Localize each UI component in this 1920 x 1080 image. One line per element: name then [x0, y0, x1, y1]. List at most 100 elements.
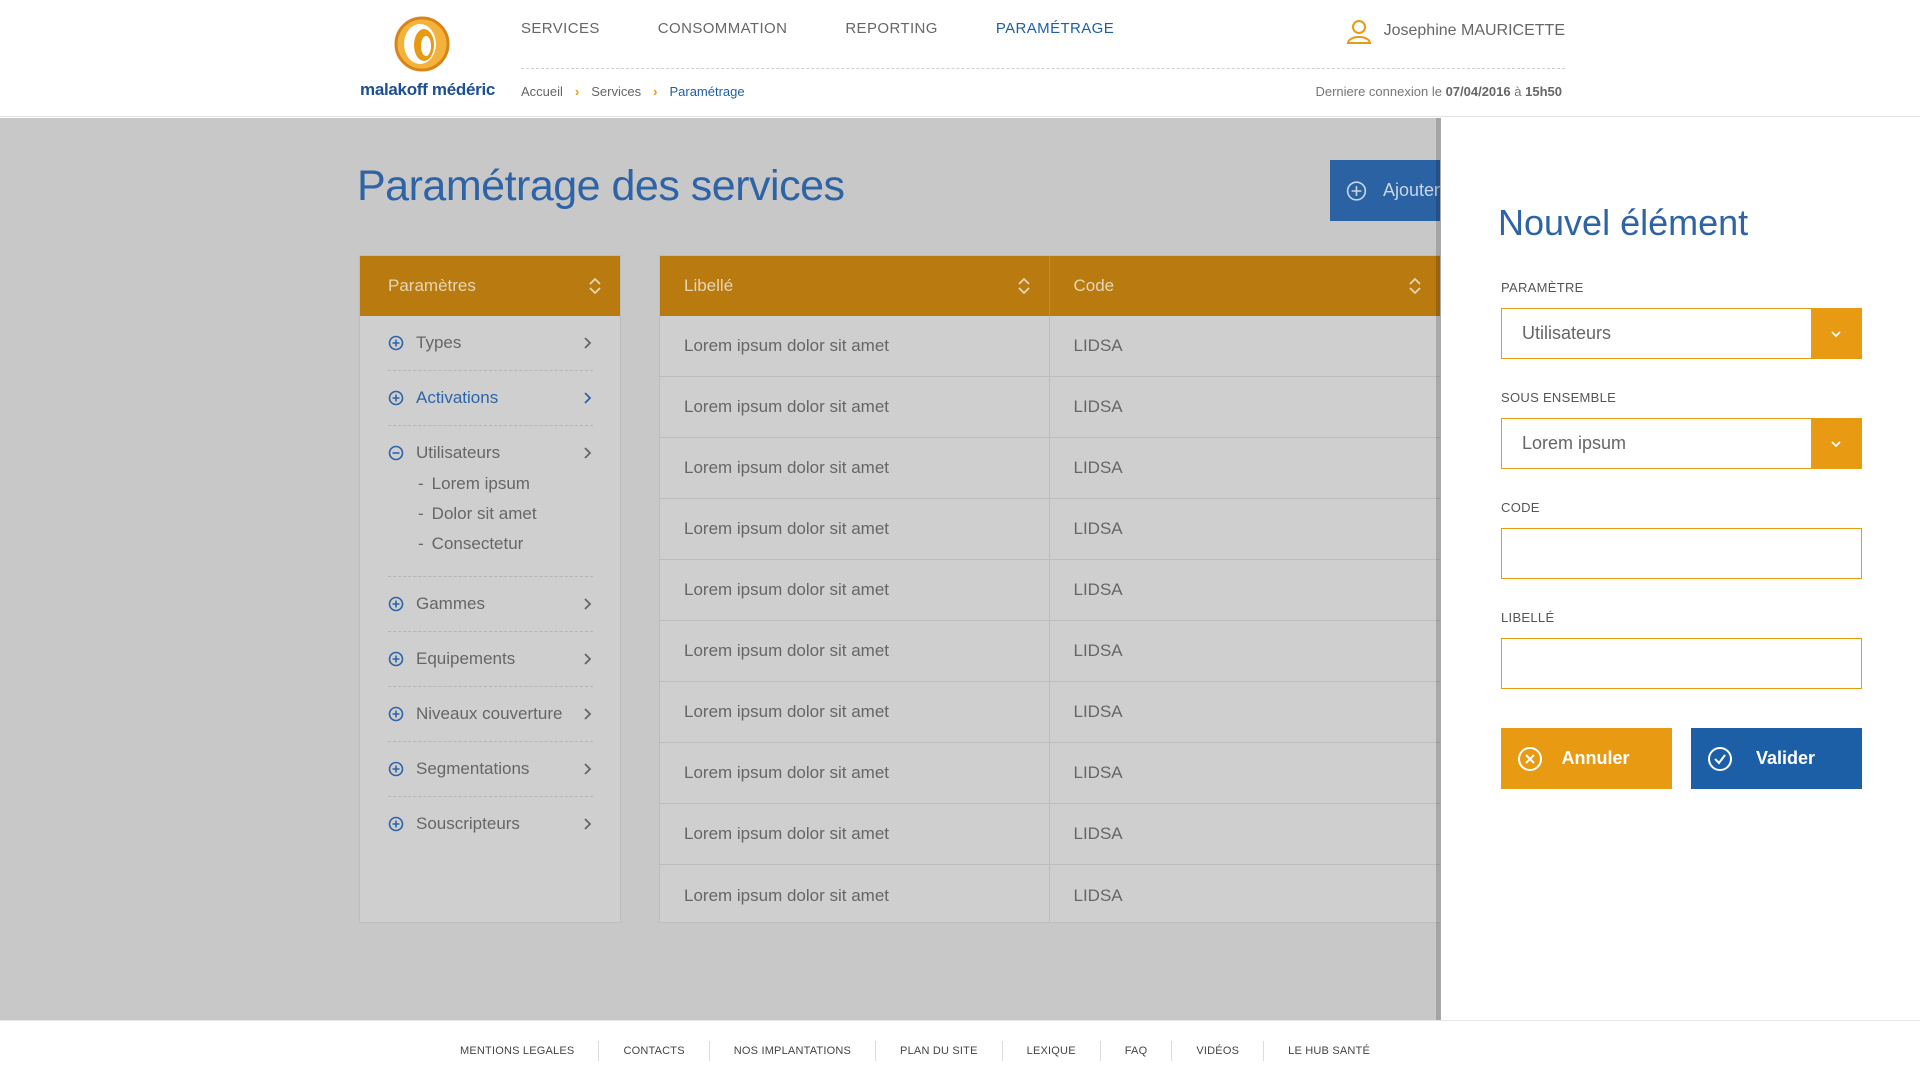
column-header-label: Libellé [684, 276, 734, 295]
param-item: Types [388, 316, 593, 371]
param-label: Segmentations [416, 759, 530, 778]
nav-item-parametrage[interactable]: PARAMÉTRAGE [996, 20, 1114, 37]
nav-item-reporting[interactable]: REPORTING [845, 20, 938, 37]
param-item: Segmentations [388, 742, 593, 797]
parametre-select-value: Utilisateurs [1522, 323, 1612, 343]
libelle-input[interactable] [1501, 638, 1862, 689]
cell-code: LIDSA [1073, 641, 1123, 660]
param-row-gammes[interactable]: Gammes [388, 594, 593, 614]
param-row-souscripteurs[interactable]: Souscripteurs [388, 814, 593, 834]
code-input[interactable] [1501, 528, 1862, 579]
sort-icon [1017, 277, 1030, 295]
footer-link-mentions-legales[interactable]: MENTIONS LEGALES [436, 1040, 600, 1061]
param-row-utilisateurs[interactable]: Utilisateurs [388, 443, 593, 463]
breadcrumb-item-services[interactable]: Services [591, 84, 641, 99]
cell-code: LIDSA [1073, 702, 1123, 721]
sub-item-label: Lorem ipsum [431, 474, 530, 493]
param-row-equipements[interactable]: Equipements [388, 649, 593, 669]
last-login: Derniere connexion le 07/04/2016 à 15h50 [1315, 84, 1562, 99]
sub-item[interactable]: - Lorem ipsum [388, 469, 593, 499]
table-row[interactable]: Lorem ipsum dolor sit amet LIDSA [660, 865, 1440, 922]
footer-link-lexique[interactable]: LEXIQUE [1003, 1040, 1101, 1061]
brand-logo[interactable]: malakoff médéric [358, 14, 495, 104]
table-row[interactable]: Lorem ipsum dolor sit amet LIDSA [660, 682, 1440, 743]
cell-libelle: Lorem ipsum dolor sit amet [660, 621, 1050, 681]
plus-circle-icon [388, 761, 404, 777]
plus-circle-icon [1346, 180, 1367, 201]
user-menu[interactable]: Josephine MAURICETTE [1346, 18, 1565, 44]
add-button[interactable]: Ajouter [1330, 160, 1440, 221]
footer-link-hub-sante[interactable]: LE HUB SANTÉ [1264, 1041, 1394, 1061]
table-row[interactable]: Lorem ipsum dolor sit amet LIDSA [660, 499, 1440, 560]
sous-ensemble-label: SOUS ENSEMBLE [1501, 390, 1617, 405]
main-content: Paramétrage des services Ajouter Paramèt… [0, 118, 1440, 1020]
param-label: Activations [416, 388, 499, 407]
chevron-right-icon: › [574, 84, 580, 99]
params-header[interactable]: Paramètres [360, 256, 620, 316]
breadcrumb-item-current: Paramétrage [669, 84, 745, 99]
nav-item-consommation[interactable]: CONSOMMATION [658, 20, 788, 37]
footer-link-nos-implantations[interactable]: NOS IMPLANTATIONS [710, 1040, 877, 1061]
param-label: Gammes [416, 594, 485, 613]
page-title: Paramétrage des services [357, 162, 845, 210]
table-row[interactable]: Lorem ipsum dolor sit amet LIDSA [660, 560, 1440, 621]
check-circle-icon [1708, 746, 1732, 771]
cell-code: LIDSA [1073, 336, 1123, 355]
table-row[interactable]: Lorem ipsum dolor sit amet LIDSA [660, 804, 1440, 865]
chevron-right-icon [584, 818, 592, 830]
nav-item-services[interactable]: SERVICES [521, 20, 600, 37]
sub-item[interactable]: - Consectetur [388, 529, 593, 559]
cancel-button-label: Annuler [1561, 748, 1630, 768]
sub-item[interactable]: - Dolor sit amet [388, 499, 593, 529]
cell-code: LIDSA [1073, 519, 1123, 538]
chevron-right-icon [584, 708, 592, 720]
nav-divider [521, 68, 1565, 69]
validate-button[interactable]: Valider [1691, 728, 1862, 789]
footer-link-plan-du-site[interactable]: PLAN DU SITE [876, 1040, 1003, 1061]
cell-code: LIDSA [1073, 824, 1123, 843]
param-item: Utilisateurs - Lorem ipsum - Dolor sit ame… [388, 426, 593, 577]
table-row[interactable]: Lorem ipsum dolor sit amet LIDSA [660, 621, 1440, 682]
cancel-button[interactable]: Annuler [1501, 728, 1672, 789]
parametre-label: PARAMÈTRE [1501, 280, 1584, 295]
last-login-at: à [1514, 84, 1522, 99]
column-header-libelle[interactable]: Libellé [660, 256, 1050, 316]
param-row-activations[interactable]: Activations [388, 388, 593, 408]
table-row[interactable]: Lorem ipsum dolor sit amet LIDSA [660, 316, 1440, 377]
breadcrumb-item-accueil[interactable]: Accueil [521, 84, 563, 99]
data-table: Libellé Code Lorem ipsum dolor sit amet L… [659, 255, 1440, 923]
cell-libelle: Lorem ipsum dolor sit amet [660, 682, 1050, 742]
footer-link-contacts[interactable]: CONTACTS [599, 1040, 710, 1061]
cell-libelle: Lorem ipsum dolor sit amet [660, 377, 1050, 437]
table-row[interactable]: Lorem ipsum dolor sit amet LIDSA [660, 743, 1440, 804]
sous-ensemble-select[interactable]: Lorem ipsum [1501, 418, 1862, 469]
parametre-select[interactable]: Utilisateurs [1501, 308, 1862, 359]
param-label: Types [416, 333, 462, 352]
close-circle-icon [1518, 746, 1542, 771]
footer-link-faq[interactable]: FAQ [1101, 1040, 1173, 1061]
param-row-segmentations[interactable]: Segmentations [388, 759, 593, 779]
chevron-right-icon [584, 337, 592, 349]
table-row[interactable]: Lorem ipsum dolor sit amet LIDSA [660, 377, 1440, 438]
cell-code: LIDSA [1073, 397, 1123, 416]
params-list: Types Activations Utilisateurs -Lorem ip… [360, 316, 620, 851]
cell-libelle: Lorem ipsum dolor sit amet [660, 804, 1050, 864]
table-row[interactable]: Lorem ipsum dolor sit amet LIDSA [660, 438, 1440, 499]
param-row-niveaux-couverture[interactable]: Niveaux couverture [388, 704, 593, 724]
add-button-label: Ajouter [1382, 180, 1440, 200]
footer-link-videos[interactable]: VIDÉOS [1172, 1040, 1265, 1061]
sub-item-label: Consectetur [431, 534, 524, 553]
cell-code: LIDSA [1073, 458, 1123, 477]
cell-libelle: Lorem ipsum dolor sit amet [660, 560, 1050, 620]
cell-libelle: Lorem ipsum dolor sit amet [660, 865, 1050, 922]
param-row-types[interactable]: Types [388, 333, 593, 353]
chevron-down-icon [1811, 309, 1861, 358]
column-header-code[interactable]: Code [1050, 256, 1441, 316]
chevron-down-icon [1811, 419, 1861, 468]
cell-code: LIDSA [1073, 885, 1123, 905]
site-header: malakoff médéric SERVICES CONSOMMATION R… [0, 0, 1920, 117]
cell-libelle: Lorem ipsum dolor sit amet [660, 438, 1050, 498]
cell-code: LIDSA [1073, 763, 1123, 782]
last-login-time: 15h50 [1525, 84, 1562, 99]
chevron-right-icon [584, 598, 592, 610]
